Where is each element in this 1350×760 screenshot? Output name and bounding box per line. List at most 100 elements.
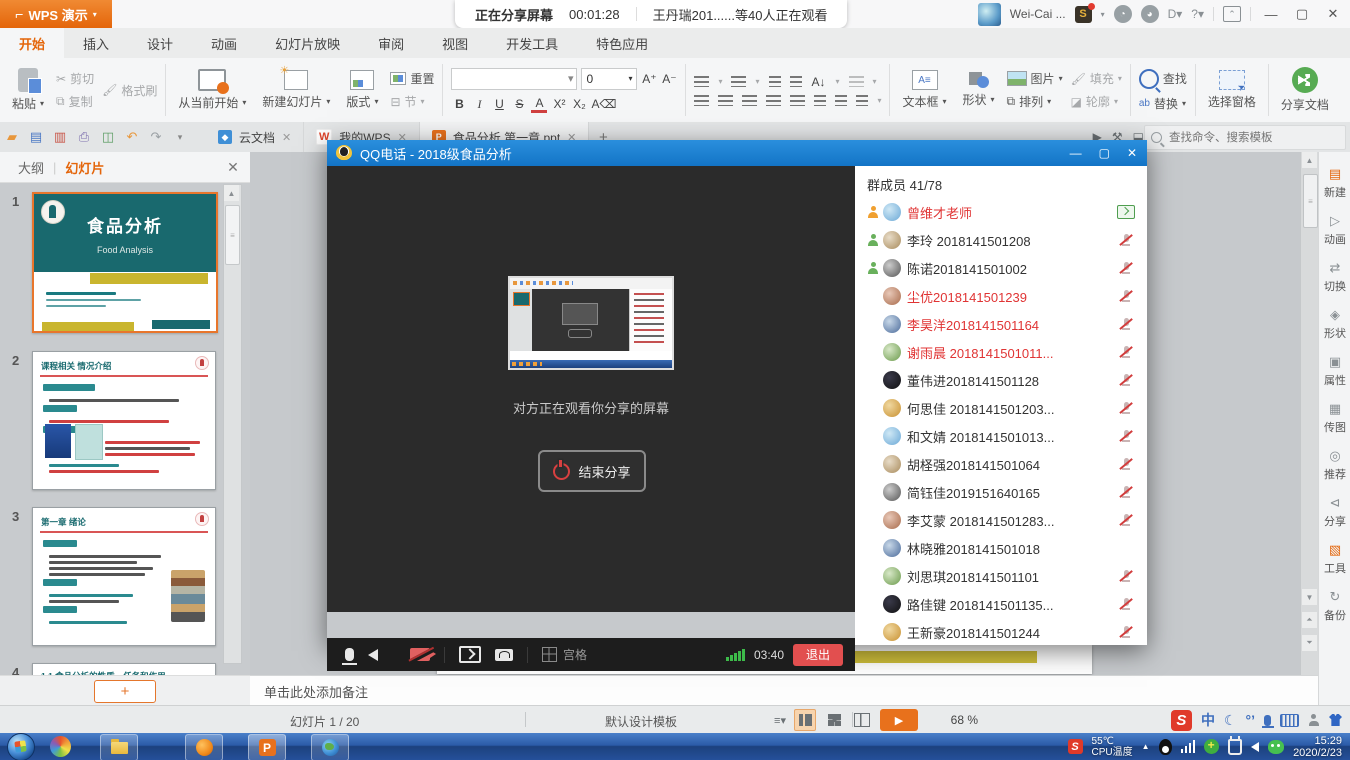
- print-preview-icon[interactable]: ◫: [98, 127, 118, 147]
- slide-thumbnail-2[interactable]: 课程相关 情况介绍: [32, 351, 216, 490]
- tray-expand-icon[interactable]: ▲: [1142, 742, 1150, 751]
- user-avatar[interactable]: [978, 3, 1001, 26]
- subscript-button[interactable]: X₂: [571, 97, 587, 111]
- wps-logo[interactable]: ⌐ WPS 演示 ▾: [0, 0, 112, 28]
- slide-sorter-button[interactable]: [824, 710, 844, 730]
- shapes-button[interactable]: 形状▾: [959, 70, 999, 110]
- cut-button[interactable]: ✂ 剪切: [56, 70, 94, 87]
- font-size-select[interactable]: 0▾: [581, 68, 637, 90]
- wechat-tray-icon[interactable]: [1268, 740, 1284, 754]
- scroll-up-icon[interactable]: ▲: [224, 185, 239, 201]
- close-button[interactable]: ✕: [1322, 4, 1344, 24]
- skin-shop-icon[interactable]: [1329, 714, 1342, 726]
- ribbon-tab-4[interactable]: 动画: [192, 28, 256, 58]
- volume-icon[interactable]: [1251, 742, 1259, 752]
- sidebar-item-shape[interactable]: ◈形状: [1324, 307, 1346, 341]
- muted-mic-icon[interactable]: [1119, 233, 1133, 247]
- play-from-current-button[interactable]: 从当前开始▾: [174, 67, 250, 113]
- reading-view-button[interactable]: [852, 710, 872, 730]
- exit-call-button[interactable]: 退出: [793, 644, 843, 666]
- browser-pinwheel-icon[interactable]: [50, 736, 71, 757]
- outline-button[interactable]: ◪ 轮廓▾: [1071, 93, 1122, 110]
- muted-mic-icon[interactable]: [1119, 261, 1133, 275]
- qq-titlebar[interactable]: QQ电话 - 2018级食品分析 — ▢ ✕: [327, 140, 1147, 166]
- sidebar-item-properties[interactable]: ▣属性: [1324, 354, 1346, 388]
- align-center-icon[interactable]: [718, 95, 733, 106]
- close-icon[interactable]: ✕: [282, 131, 291, 144]
- reset-button[interactable]: 重置: [390, 70, 434, 87]
- muted-mic-icon[interactable]: [1119, 485, 1133, 499]
- explorer-taskbar-icon[interactable]: [100, 734, 138, 760]
- member-badge-icon[interactable]: S: [1075, 6, 1092, 23]
- replace-button[interactable]: ab替换▾: [1139, 95, 1187, 112]
- panel-scrollbar[interactable]: ▲ ≡: [223, 184, 242, 664]
- member-row[interactable]: 和文婧 2018141501013...: [855, 422, 1147, 450]
- network-signal-icon[interactable]: [1181, 740, 1196, 753]
- undo-icon[interactable]: ↶: [122, 127, 142, 147]
- sidebar-item-backup[interactable]: ↻备份: [1324, 589, 1346, 623]
- member-row[interactable]: 刘思琪2018141501101: [855, 562, 1147, 590]
- search-input[interactable]: [1167, 131, 1321, 145]
- presentation-icon[interactable]: [495, 649, 513, 661]
- sidebar-item-upload-image[interactable]: ▦传图: [1324, 401, 1346, 435]
- end-share-button[interactable]: 结束分享: [538, 450, 646, 492]
- selection-pane-button[interactable]: 选择窗格: [1204, 68, 1260, 112]
- member-row[interactable]: 何思佳 2018141501203...: [855, 394, 1147, 422]
- soft-keyboard-icon[interactable]: [1280, 714, 1299, 727]
- ribbon-tab-8[interactable]: 开发工具: [487, 28, 577, 58]
- command-search[interactable]: [1144, 125, 1346, 150]
- muted-mic-icon[interactable]: [1119, 345, 1133, 359]
- qq-minimize-button[interactable]: —: [1070, 146, 1082, 160]
- collapse-ribbon-icon[interactable]: ⌃: [1223, 6, 1241, 22]
- power-plug-icon[interactable]: [1228, 739, 1242, 755]
- distribute-icon[interactable]: [790, 95, 805, 106]
- tab-slides[interactable]: 幻灯片: [65, 158, 104, 177]
- ribbon-tab-3[interactable]: 设计: [128, 28, 192, 58]
- screen-share-icon[interactable]: [459, 646, 481, 663]
- new-slide-button[interactable]: 新建幻灯片▾: [258, 68, 334, 112]
- para-space-after-icon[interactable]: [856, 95, 868, 106]
- speaker-icon[interactable]: [368, 649, 378, 661]
- maximize-button[interactable]: ▢: [1291, 4, 1313, 24]
- member-row[interactable]: 董伟进2018141501128: [855, 366, 1147, 394]
- grid-view-icon[interactable]: [542, 647, 557, 662]
- muted-mic-icon[interactable]: [1119, 597, 1133, 611]
- decrease-font-icon[interactable]: A⁻: [661, 72, 677, 86]
- muted-mic-icon[interactable]: [1119, 569, 1133, 583]
- start-button[interactable]: [7, 733, 35, 760]
- scroll-down-icon[interactable]: ▼: [1302, 589, 1317, 605]
- member-row[interactable]: 路佳键 2018141501135...: [855, 590, 1147, 618]
- arrange-button[interactable]: ⧉ 排列▾: [1007, 93, 1063, 110]
- member-row[interactable]: 尘优2018141501239: [855, 282, 1147, 310]
- increase-font-icon[interactable]: A⁺: [641, 72, 657, 86]
- globe-app-taskbar-icon[interactable]: [311, 734, 349, 760]
- help-menu[interactable]: ?▾: [1191, 7, 1204, 21]
- muted-mic-icon[interactable]: [1119, 289, 1133, 303]
- ribbon-tab-9[interactable]: 特色应用: [577, 28, 667, 58]
- picture-button[interactable]: 图片▾: [1007, 70, 1063, 87]
- previous-slide-icon[interactable]: ⏶: [1302, 612, 1317, 628]
- quickbar-dropdown-icon[interactable]: ▾: [170, 127, 190, 147]
- chevron-down-icon[interactable]: ▾: [1101, 10, 1105, 19]
- open-file-icon[interactable]: ▰: [2, 127, 22, 147]
- ribbon-tab-1[interactable]: 开始: [0, 28, 64, 58]
- bold-button[interactable]: B: [451, 97, 467, 111]
- muted-mic-icon[interactable]: [1119, 317, 1133, 331]
- font-family-select[interactable]: ▾: [451, 68, 577, 90]
- add-slide-button[interactable]: +: [94, 680, 156, 703]
- document-tab-1[interactable]: ◆云文档✕: [206, 122, 304, 152]
- sidebar-item-transition[interactable]: ⇄切换: [1324, 260, 1346, 294]
- member-row[interactable]: 王新豪2018141501244: [855, 618, 1147, 645]
- muted-mic-icon[interactable]: [1119, 457, 1133, 471]
- line-spacing-icon[interactable]: [814, 95, 826, 106]
- zoom-level[interactable]: 68 %: [951, 713, 978, 727]
- clock[interactable]: 15:292020/2/23: [1293, 735, 1342, 759]
- textbox-button[interactable]: A≡ 文本框▾: [898, 68, 950, 112]
- qq-tray-icon[interactable]: [1159, 739, 1172, 755]
- member-row[interactable]: 简钰佳2019151640165: [855, 478, 1147, 506]
- ribbon-tab-6[interactable]: 审阅: [359, 28, 423, 58]
- notes-panel[interactable]: 单击此处添加备注: [250, 675, 1318, 706]
- camera-off-icon[interactable]: [410, 648, 430, 661]
- decrease-indent-icon[interactable]: [769, 76, 781, 87]
- grid-view-label[interactable]: 宫格: [563, 646, 587, 663]
